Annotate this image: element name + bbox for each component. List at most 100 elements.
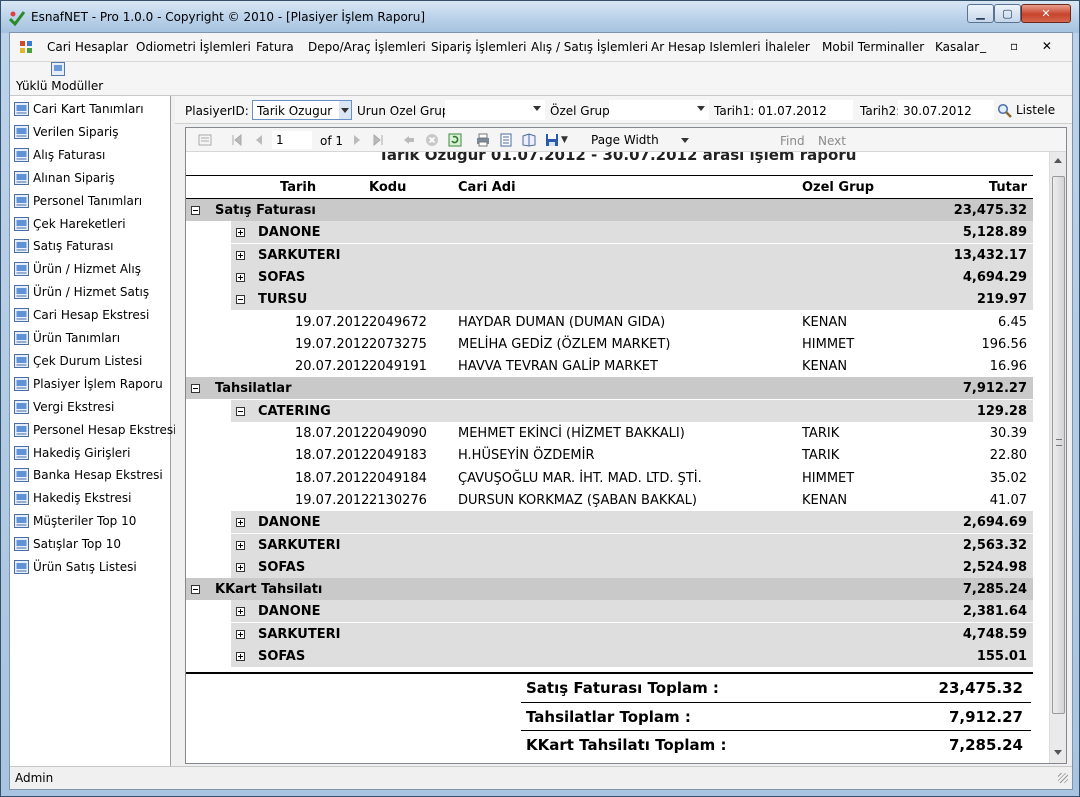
chevron-down-icon[interactable]	[533, 106, 541, 111]
page-number-input[interactable]	[272, 131, 312, 149]
collapse-icon[interactable]	[236, 406, 245, 416]
sidebar-item[interactable]: Personel Tanımları	[14, 191, 142, 211]
menu-ar-hesap[interactable]: Ar Hesap Islemleri	[651, 40, 761, 54]
sidebar-item[interactable]: Ürün / Hizmet Satış	[14, 282, 149, 302]
scrollbar-thumb[interactable]	[1052, 176, 1065, 714]
tarih2-field[interactable]: 30.07.2012	[898, 100, 994, 120]
menu-fatura[interactable]: Fatura	[256, 40, 294, 54]
loaded-modules-button[interactable]: Yüklü Modüller	[14, 62, 106, 95]
subgroup-row[interactable]: DANONE 2,694.69	[231, 511, 1033, 534]
group-row[interactable]: KKart Tahsilatı 7,285.24	[186, 578, 1033, 601]
report-vertical-scrollbar[interactable]	[1049, 152, 1066, 763]
document-map-button[interactable]	[198, 132, 212, 148]
sidebar-item[interactable]: Satış Faturası	[14, 236, 113, 256]
close-button[interactable]: ✕	[1021, 4, 1071, 23]
sidebar-item[interactable]: Plasiyer İşlem Raporu	[14, 374, 163, 394]
menu-odiometri[interactable]: Odiometri İşlemleri	[136, 40, 251, 54]
menu-ihaleler[interactable]: İhaleler	[765, 40, 810, 54]
sidebar-item[interactable]: Ürün Tanımları	[14, 328, 120, 348]
sidebar-item[interactable]: Alış Faturası	[14, 145, 105, 165]
sidebar-item[interactable]: Ürün / Hizmet Alış	[14, 259, 141, 279]
subgroup-row[interactable]: SOFAS 2,524.98	[231, 555, 1033, 578]
stop-button[interactable]	[425, 132, 439, 148]
sidebar-item[interactable]: Cari Hesap Ekstresi	[14, 305, 149, 325]
scroll-down-icon[interactable]	[1054, 750, 1062, 755]
sidebar-item[interactable]: Satışlar Top 10	[14, 534, 121, 554]
menu-alis-satis[interactable]: Alış / Satış İşlemleri	[531, 40, 648, 54]
menu-siparis[interactable]: Sipariş İşlemleri	[431, 40, 526, 54]
tarih1-field[interactable]: 01.07.2012	[753, 100, 853, 120]
filter-bar: PlasiyerID: Tarik Ozugur Urun Ozel Grup:…	[175, 96, 1072, 124]
subgroup-row[interactable]: SOFAS 4,694.29	[231, 265, 1033, 288]
sidebar-item[interactable]: Hakediş Ekstresi	[14, 488, 131, 508]
subgroup-row[interactable]: SARKUTERI 4,748.59	[231, 622, 1033, 645]
collapse-icon[interactable]	[236, 295, 245, 305]
expand-icon[interactable]	[236, 652, 245, 661]
chevron-down-icon[interactable]	[681, 138, 689, 143]
expand-icon[interactable]	[236, 629, 245, 639]
expand-icon[interactable]	[236, 540, 245, 550]
resize-grip-icon[interactable]	[1058, 773, 1068, 783]
sidebar-item[interactable]: Çek Durum Listesi	[14, 351, 142, 371]
collapse-icon[interactable]	[191, 384, 200, 394]
minimize-button[interactable]: ▁	[967, 4, 994, 23]
subgroup-row[interactable]: SARKUTERI 13,432.17	[231, 243, 1033, 266]
menu-kasalar[interactable]: Kasalar	[935, 40, 979, 54]
sidebar-item[interactable]: Müşteriler Top 10	[14, 511, 136, 531]
group-row[interactable]: Satış Faturası 23,475.32	[186, 199, 1033, 221]
title-bar[interactable]: EsnafNET - Pro 1.0.0 - Copyright © 2010 …	[1, 1, 1079, 33]
refresh-button[interactable]	[448, 132, 462, 148]
menu-mobil-terminaller[interactable]: Mobil Terminaller	[822, 40, 924, 54]
sidebar-item[interactable]: Personel Hesap Ekstresi	[14, 420, 176, 440]
group-row[interactable]: Tahsilatlar 7,912.27	[186, 377, 1033, 400]
menu-cari-hesaplar[interactable]: Cari Hesaplar	[47, 40, 128, 54]
mdi-child-icon[interactable]	[19, 40, 33, 54]
subgroup-row[interactable]: DANONE 5,128.89	[231, 221, 1033, 244]
expand-icon[interactable]	[236, 250, 245, 260]
expand-icon[interactable]	[236, 228, 245, 238]
subgroup-row[interactable]: SOFAS 155.01	[231, 645, 1033, 667]
sidebar-item[interactable]: Ürün Satış Listesi	[14, 557, 137, 577]
listele-button[interactable]: Listele	[997, 99, 1067, 121]
back-button[interactable]	[402, 132, 416, 148]
scroll-up-icon[interactable]	[1054, 158, 1062, 163]
export-button[interactable]: ▼	[545, 132, 568, 148]
previous-page-button[interactable]	[252, 132, 266, 148]
zoom-combo[interactable]: Page Width	[585, 131, 695, 149]
sidebar-item[interactable]: Banka Hesap Ekstresi	[14, 465, 163, 485]
subgroup-row[interactable]: SARKUTERI 2,563.32	[231, 533, 1033, 556]
expand-icon[interactable]	[236, 518, 245, 528]
chevron-down-icon[interactable]	[697, 106, 705, 111]
menu-depo-arac[interactable]: Depo/Araç İşlemleri	[308, 40, 426, 54]
print-button[interactable]	[476, 132, 490, 148]
expand-icon[interactable]	[236, 562, 245, 572]
subgroup-row[interactable]: DANONE 2,381.64	[231, 600, 1033, 623]
collapse-icon[interactable]	[191, 206, 200, 215]
sidebar-item[interactable]: Çek Hareketleri	[14, 214, 126, 234]
print-layout-button[interactable]	[499, 132, 513, 148]
maximize-button[interactable]: ▢	[994, 4, 1021, 23]
expand-icon[interactable]	[236, 272, 245, 282]
next-page-button[interactable]	[350, 132, 364, 148]
last-page-button[interactable]	[371, 132, 385, 148]
find-next-link[interactable]: Next	[818, 134, 846, 148]
sidebar-item[interactable]: Hakediş Girişleri	[14, 443, 130, 463]
page-setup-button[interactable]	[522, 132, 536, 148]
expand-icon[interactable]	[236, 607, 245, 617]
subgroup-row[interactable]: CATERING 129.28	[231, 399, 1033, 422]
subgroup-label: DANONE	[258, 515, 321, 531]
sidebar-item[interactable]: Alınan Sipariş	[14, 168, 115, 188]
sidebar-item[interactable]: Verilen Sipariş	[14, 122, 119, 142]
ozel-grup-combo[interactable]	[609, 100, 709, 120]
mdi-window-controls[interactable]: _ ▫ ✕	[980, 39, 1062, 53]
plasiyer-combo[interactable]: Tarik Ozugur	[252, 100, 352, 120]
first-page-button[interactable]	[230, 132, 244, 148]
find-link[interactable]: Find	[780, 134, 805, 148]
sidebar-item[interactable]: Cari Kart Tanımları	[14, 99, 144, 119]
save-icon	[546, 134, 558, 146]
urun-ozel-grup-combo[interactable]	[445, 100, 545, 120]
collapse-icon[interactable]	[191, 585, 200, 595]
sidebar-item[interactable]: Vergi Ekstresi	[14, 397, 114, 417]
chevron-down-icon[interactable]	[339, 101, 351, 119]
subgroup-row[interactable]: TURSU 219.97	[231, 288, 1033, 311]
